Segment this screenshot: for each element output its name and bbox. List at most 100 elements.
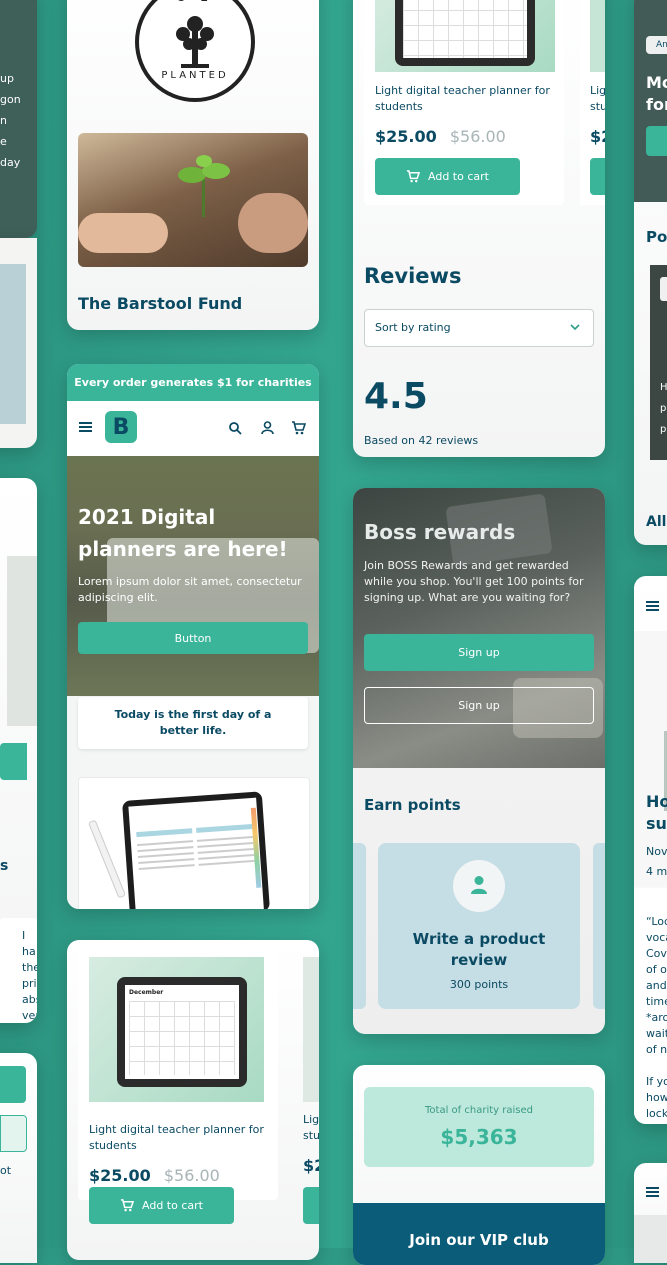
edge-tag: An (646, 36, 667, 54)
search-icon[interactable] (229, 422, 242, 435)
cart-icon (120, 1199, 135, 1212)
signup-button[interactable] (0, 1066, 26, 1103)
tree-icon (176, 16, 214, 68)
cart-icon[interactable] (291, 421, 306, 435)
menu-icon[interactable] (646, 1187, 659, 1189)
earn-points-title: Earn points (364, 796, 461, 814)
right-edge-card-1: An Mo for Po H p p All (634, 0, 667, 545)
store-header: B (67, 401, 319, 456)
announcement-bar: Every order generates $1 for charities (67, 364, 319, 401)
add-to-cart-button[interactable] (0, 743, 27, 780)
tablet-screen: December (125, 985, 239, 1079)
logo-letter: B (112, 414, 130, 440)
store-mobile-card: Every order generates $1 for charities B… (67, 364, 319, 909)
user-icon (471, 876, 487, 894)
calendar-grid (403, 0, 527, 58)
hero-title: 2021 Digital planners are here! (78, 505, 288, 561)
peek-product-name: Lig stu (590, 84, 605, 113)
product-name[interactable]: Light digital teacher planner for studen… (375, 83, 560, 115)
product-photo (375, 0, 555, 72)
barstool-fund-card: C E PLANTED The Barstool Fund (67, 0, 319, 330)
product-image-card[interactable] (78, 777, 310, 909)
peek-product-name: Lig stu (303, 1113, 319, 1142)
peek-product-photo (303, 957, 319, 1102)
tablet-image: December (117, 977, 247, 1087)
menu-icon[interactable] (79, 422, 92, 424)
peek-price: $2 (590, 127, 605, 146)
hand-image (78, 213, 168, 253)
earn-card[interactable]: Write a product review 300 points (378, 843, 580, 1009)
edge-post-text: H p p (660, 382, 667, 435)
quote-banner: Today is the first day of a better life. (78, 697, 308, 749)
tablet-photo (7, 556, 37, 726)
left-edge-text: up gon n e day (0, 72, 21, 169)
hero-button[interactable]: Button (78, 622, 308, 654)
peek-product-tile[interactable]: Lig stu $2 (580, 0, 605, 205)
left-edge-card-3: s I ha the pri abs ver rec (0, 478, 37, 1023)
product-price: $25.00 $56.00 (89, 1166, 220, 1185)
price-compare: $56.00 (163, 1166, 220, 1185)
edge-hero-button[interactable] (646, 126, 667, 156)
signup-secondary-button[interactable] (0, 1115, 27, 1152)
planting-photo (78, 133, 308, 267)
edge-article-meta: Nov 4 m (646, 845, 667, 878)
add-to-cart-label: Add to cart (428, 170, 489, 183)
reviews-title: Reviews (364, 264, 462, 288)
sort-select-label: Sort by rating (375, 321, 451, 334)
rating-value: 4.5 (364, 376, 428, 417)
earn-card-next (593, 843, 605, 1009)
planner-month-label: December (129, 989, 164, 996)
edge-section-title: Po (646, 228, 667, 246)
price-compare: $56.00 (449, 127, 506, 146)
sort-select[interactable]: Sort by rating (364, 309, 594, 347)
peek-add-to-cart[interactable] (303, 1187, 319, 1224)
add-to-cart-label: Add to cart (142, 1199, 203, 1212)
product-photo: December (89, 957, 264, 1102)
signup-button[interactable]: Sign up (364, 634, 594, 671)
left-edge-card-2 (0, 238, 37, 448)
edge-article-title: Ho sur (646, 792, 667, 833)
price-current: $25.00 (375, 127, 437, 146)
menu-icon[interactable] (646, 601, 659, 603)
tablet-screen (128, 797, 264, 909)
account-icon[interactable] (261, 421, 274, 435)
product-card-top: Light digital teacher planner for studen… (353, 0, 605, 457)
charity-total-box: Total of charity raised $5,363 (364, 1087, 594, 1167)
cart-icon (406, 170, 421, 183)
price-current: $25.00 (89, 1166, 151, 1185)
signup-outline-button[interactable]: Sign up (364, 687, 594, 724)
charity-card: Total of charity raised $5,363 Join our … (353, 1065, 605, 1265)
edge-all-link[interactable]: All (646, 514, 666, 530)
tablet-image (395, 0, 535, 66)
edge-body-tail: If yo how lock (646, 1075, 667, 1120)
boss-text: Join BOSS Rewards and get rewarded while… (364, 559, 584, 604)
product-name[interactable]: Light digital teacher planner for studen… (89, 1122, 274, 1154)
earn-action-title: Write a product review (412, 930, 546, 969)
tablet-image (121, 791, 271, 909)
store-logo[interactable]: B (105, 411, 137, 443)
add-to-cart-button[interactable]: Add to cart (375, 158, 520, 195)
stylus-image (87, 819, 127, 899)
product-photo (0, 264, 26, 424)
product-price: $25.00 $56.00 (375, 127, 506, 146)
peek-price: $2 (303, 1156, 319, 1175)
product-tile[interactable]: December Light digital teacher planner f… (78, 950, 278, 1200)
peek-add-to-cart[interactable] (590, 158, 605, 195)
logo-top-text: C E (139, 0, 251, 4)
edge-post-image: H p p (650, 265, 667, 460)
edge-hero: An Mo for (634, 0, 667, 202)
edge-hero-title: Mo for (646, 73, 667, 114)
section-title-fragment: s (0, 858, 9, 874)
hero-banner: 2021 Digital planners are here! Lorem ip… (67, 456, 319, 696)
calendar-grid (129, 1001, 235, 1075)
add-to-cart-button[interactable]: Add to cart (89, 1187, 234, 1224)
right-edge-card-3 (634, 1163, 667, 1263)
left-edge-card-1: up gon n e day (0, 0, 37, 238)
hand-image (238, 193, 308, 253)
earn-card-prev (353, 843, 366, 1009)
boss-title: Boss rewards (364, 520, 516, 544)
edge-quote: “Loc voca Covi of ol and time *aro wait … (646, 915, 667, 1056)
boss-rewards-card: Boss rewards Join BOSS Rewards and get r… (353, 488, 605, 1034)
barstool-title: The Barstool Fund (78, 294, 243, 313)
edge-article-body: “Loc voca Covi of ol and time *aro wait … (634, 888, 667, 1124)
